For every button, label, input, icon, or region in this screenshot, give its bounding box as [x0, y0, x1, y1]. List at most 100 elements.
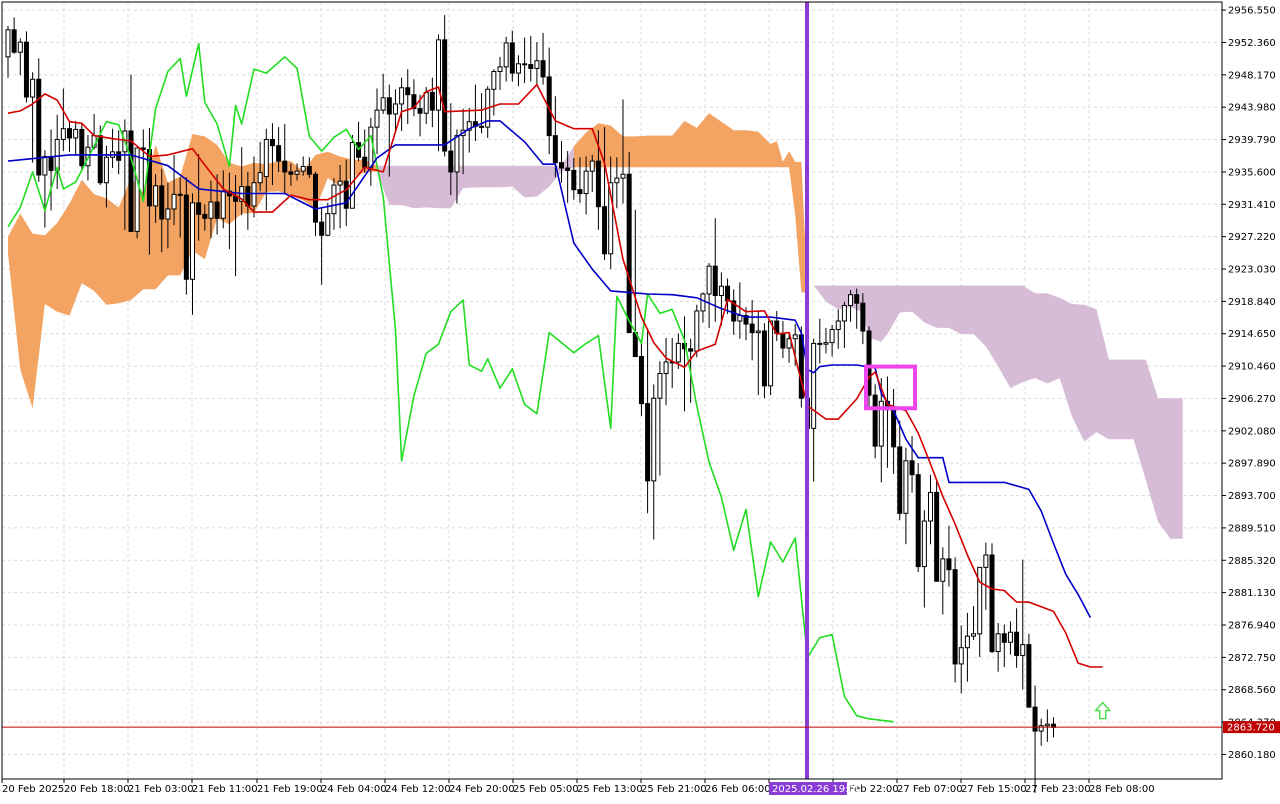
price-tick-label: 2876.940 — [1228, 620, 1276, 631]
price-tick-label: 2914.650 — [1228, 329, 1276, 340]
candle-body-bear — [202, 213, 208, 219]
candle — [915, 463, 921, 573]
price-tick-label: 2935.600 — [1228, 167, 1276, 178]
candle-body-bull — [392, 103, 398, 115]
candle-body-bull — [903, 460, 909, 514]
candle-body-bear — [528, 64, 534, 69]
candle-body-bull — [208, 201, 214, 219]
candle-body-bull — [60, 128, 66, 140]
candle-body-bear — [688, 348, 694, 352]
candle-body-bull — [1020, 644, 1026, 656]
candle-body-bear — [540, 60, 546, 78]
candle-body-bull — [1044, 723, 1050, 727]
candle — [768, 320, 774, 396]
time-tick-label: 24 Feb 12:00 — [385, 784, 451, 795]
candle-body-bull — [1038, 725, 1044, 732]
candle-body-bull — [165, 208, 171, 220]
candle-body-bear — [915, 474, 921, 568]
candle-body-bear — [116, 151, 122, 161]
candle-body-bull — [294, 170, 300, 175]
candle-body-bear — [276, 145, 282, 162]
candle-body-bull — [17, 41, 23, 53]
price-tick-label: 2910.460 — [1228, 362, 1276, 373]
candle-body-bull — [651, 397, 657, 482]
candle-body-bull — [325, 213, 331, 236]
candle-body-bull — [251, 182, 257, 207]
candle-body-bull — [940, 558, 946, 582]
candle-body-bull — [614, 177, 620, 184]
candle-body-bull — [964, 635, 970, 649]
candle — [934, 480, 940, 582]
price-tick-label: 2885.320 — [1228, 556, 1276, 567]
candle — [1026, 633, 1032, 708]
candle-body-bull — [103, 156, 109, 184]
candle-body-bear — [934, 491, 940, 582]
price-tick-label: 2897.890 — [1228, 459, 1276, 470]
candle-body-bull — [331, 184, 337, 215]
chart-canvas[interactable]: 2956.550 2952.360 2948.170 2943.980 2939.790… — [0, 0, 1280, 800]
candle-body-bull — [971, 633, 977, 637]
candle-body-bull — [589, 160, 595, 172]
candle-body-bull — [620, 173, 626, 179]
price-tick-label: 2872.750 — [1228, 653, 1276, 664]
candle-body-bear — [645, 403, 651, 482]
price-tick-label: 2943.980 — [1228, 103, 1276, 114]
candle-body-bull — [995, 633, 1001, 653]
candle-body-bull — [374, 109, 380, 128]
candle-body-bear — [909, 460, 915, 476]
candle-body-bear — [79, 128, 85, 167]
price-tick-label: 2939.790 — [1228, 135, 1276, 146]
candle-body-bear — [288, 171, 294, 175]
price-tick-label: 2860.180 — [1228, 750, 1276, 761]
candle-body-bull — [694, 310, 700, 352]
candle-body-bear — [313, 173, 318, 223]
candle-body-bull — [958, 647, 964, 665]
candle-body-bull — [928, 491, 933, 522]
candle-body-bear — [509, 42, 515, 74]
candle-body-bull — [792, 334, 798, 340]
candle-body-bull — [171, 193, 177, 210]
price-tick-label: 2923.030 — [1228, 265, 1276, 276]
candle-body-bear — [1014, 631, 1020, 656]
candle-body-bull — [583, 170, 589, 195]
candle-body-bull — [454, 135, 460, 173]
candle-body-bear — [749, 323, 755, 334]
candle-body-bear — [183, 194, 189, 280]
candle-body-bear — [897, 446, 903, 514]
candle-body-bear — [1001, 633, 1007, 643]
candle-body-bull — [42, 155, 48, 176]
candle-body-bull — [380, 97, 386, 111]
price-tick-label: 2956.550 — [1228, 6, 1276, 17]
current-price-label: 2863.720 — [1227, 723, 1275, 734]
candle — [183, 177, 189, 295]
candle-body-bull — [823, 342, 829, 345]
price-chart[interactable]: 2956.550 2952.360 2948.170 2943.980 2939.790… — [0, 0, 1280, 800]
price-tick-label: 2927.220 — [1228, 232, 1276, 243]
current-price-tag: 2863.720 — [1223, 721, 1280, 734]
time-tick-label: 24 Feb 04:00 — [321, 784, 387, 795]
candle-body-bear — [36, 78, 42, 176]
candle — [134, 147, 140, 239]
candle-body-bull — [718, 285, 724, 296]
candle-body-bear — [479, 125, 485, 128]
price-tick-label: 2906.270 — [1228, 394, 1276, 405]
candle-body-bull — [811, 342, 817, 429]
candle-body-bull — [337, 180, 343, 186]
candle-body-bull — [436, 39, 441, 111]
candle-body-bull — [503, 42, 509, 68]
candle — [989, 543, 995, 654]
candle-body-bear — [417, 108, 423, 114]
candle-body-bear — [362, 156, 368, 168]
price-tick-label: 2931.410 — [1228, 200, 1276, 211]
highlight-time-label: 2025.02.26 19:00 — [772, 784, 861, 795]
candle-body-bear — [1026, 644, 1032, 708]
candle-body-bear — [429, 91, 435, 111]
candle-body-bear — [761, 330, 767, 387]
candle-body-bear — [946, 558, 952, 571]
time-tick-label: 21 Feb 03:00 — [128, 784, 194, 795]
candle-body-bear — [343, 180, 349, 209]
candle-body-bear — [602, 206, 608, 255]
candle — [23, 31, 29, 103]
candle-body-bear — [282, 160, 288, 173]
candle-body-bear — [989, 554, 995, 653]
